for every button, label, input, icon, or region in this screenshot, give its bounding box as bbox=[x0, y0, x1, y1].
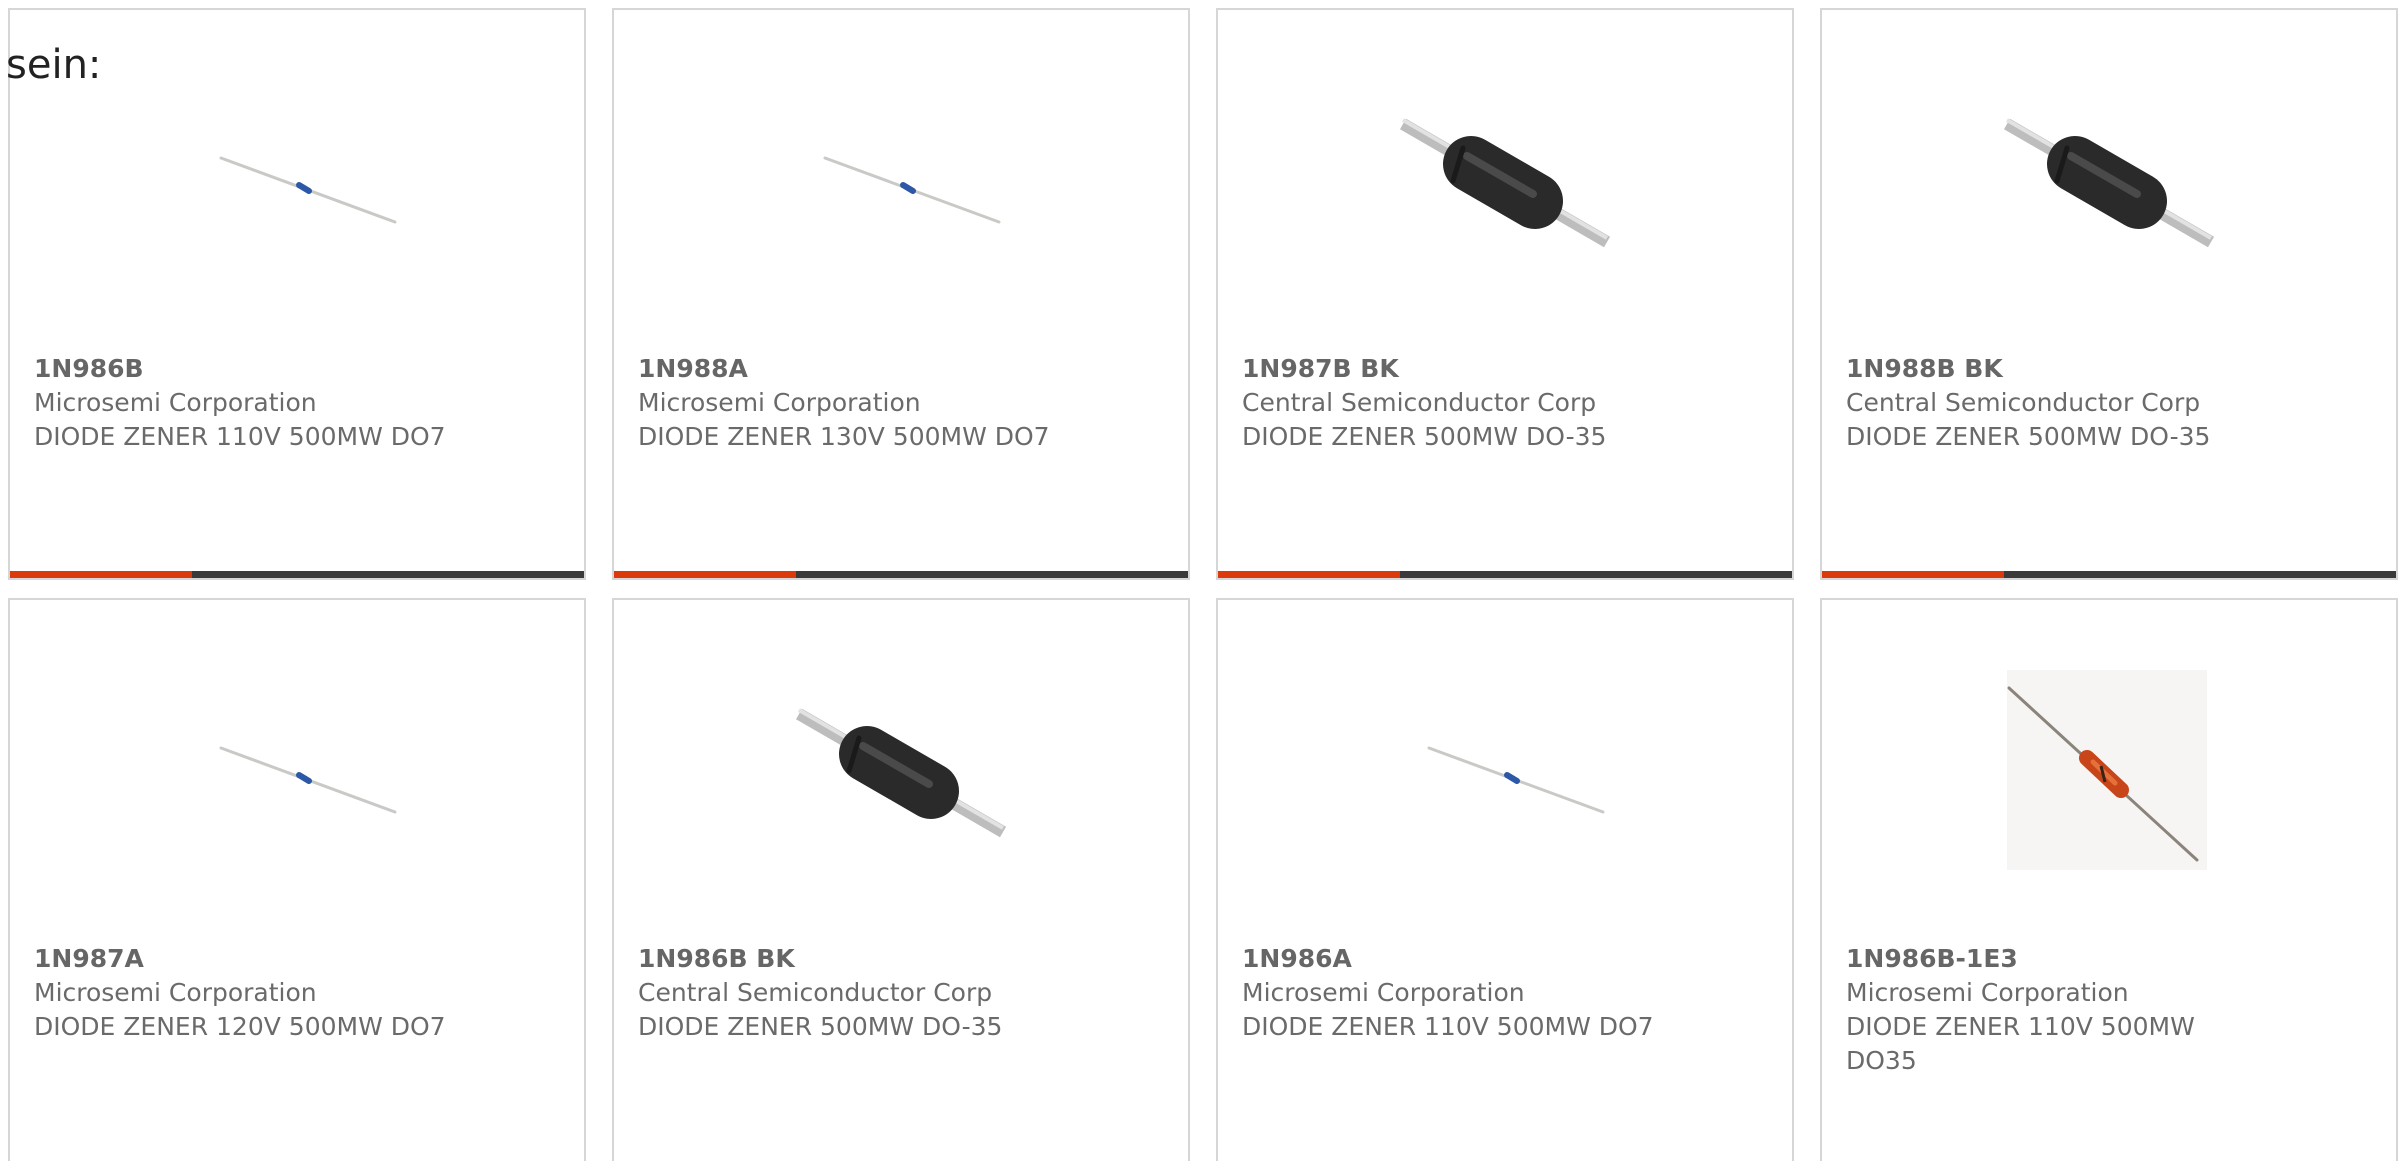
product-description: DIODE ZENER 500MW DO-35 bbox=[638, 1012, 1003, 1041]
part-number-link[interactable]: 1N986B bbox=[34, 352, 454, 386]
axial-diode-blue-band-icon[interactable] bbox=[185, 660, 405, 880]
black-cylinder-diode-icon[interactable] bbox=[1393, 70, 1613, 290]
card-progress-bar bbox=[10, 571, 584, 578]
product-description: DIODE ZENER 110V 500MW DO7 bbox=[34, 422, 446, 451]
manufacturer-name: Microsemi Corporation bbox=[1846, 978, 2129, 1007]
product-description: DIODE ZENER 500MW DO-35 bbox=[1242, 422, 1607, 451]
product-card[interactable]: 1N986B BK Central Semiconductor Corp DIO… bbox=[612, 598, 1190, 1161]
manufacturer-name: Central Semiconductor Corp bbox=[1242, 388, 1597, 417]
manufacturer-name: Central Semiconductor Corp bbox=[638, 978, 993, 1007]
part-number-link[interactable]: 1N987B BK bbox=[1242, 352, 1662, 386]
product-description: DIODE ZENER 500MW DO-35 bbox=[1846, 422, 2211, 451]
axial-diode-blue-band-icon[interactable] bbox=[1393, 660, 1613, 880]
part-number-link[interactable]: 1N986B-1E3 bbox=[1846, 942, 2266, 976]
product-card[interactable]: 1N986A Microsemi Corporation DIODE ZENER… bbox=[1216, 598, 1794, 1161]
product-description: DIODE ZENER 110V 500MW DO35 bbox=[1846, 1012, 2195, 1075]
black-cylinder-diode-icon[interactable] bbox=[789, 660, 1009, 880]
card-progress-bar bbox=[1822, 571, 2396, 578]
glass-diode-photo-icon[interactable] bbox=[1997, 660, 2217, 880]
product-card[interactable]: 1N987A Microsemi Corporation DIODE ZENER… bbox=[8, 598, 586, 1161]
product-description: DIODE ZENER 110V 500MW DO7 bbox=[1242, 1012, 1654, 1041]
manufacturer-name: Microsemi Corporation bbox=[34, 388, 317, 417]
card-progress-accent bbox=[614, 571, 796, 578]
product-card[interactable]: 1N988B BK Central Semiconductor Corp DIO… bbox=[1820, 8, 2398, 580]
product-description: DIODE ZENER 130V 500MW DO7 bbox=[638, 422, 1050, 451]
part-number-link[interactable]: 1N986B BK bbox=[638, 942, 1058, 976]
card-progress-bar bbox=[614, 571, 1188, 578]
card-progress-bar bbox=[1218, 571, 1792, 578]
card-progress-accent bbox=[1218, 571, 1400, 578]
manufacturer-name: Central Semiconductor Corp bbox=[1846, 388, 2201, 417]
part-number-link[interactable]: 1N988A bbox=[638, 352, 1058, 386]
manufacturer-name: Microsemi Corporation bbox=[34, 978, 317, 1007]
part-number-link[interactable]: 1N987A bbox=[34, 942, 454, 976]
product-description: DIODE ZENER 120V 500MW DO7 bbox=[34, 1012, 446, 1041]
intro-text: sein: bbox=[6, 42, 102, 88]
manufacturer-name: Microsemi Corporation bbox=[1242, 978, 1525, 1007]
axial-diode-blue-band-icon[interactable] bbox=[185, 70, 405, 290]
card-progress-accent bbox=[10, 571, 192, 578]
part-number-link[interactable]: 1N986A bbox=[1242, 942, 1662, 976]
card-progress-accent bbox=[1822, 571, 2004, 578]
product-card[interactable]: 1N986B-1E3 Microsemi Corporation DIODE Z… bbox=[1820, 598, 2398, 1161]
black-cylinder-diode-icon[interactable] bbox=[1997, 70, 2217, 290]
product-card[interactable]: 1N988A Microsemi Corporation DIODE ZENER… bbox=[612, 8, 1190, 580]
manufacturer-name: Microsemi Corporation bbox=[638, 388, 921, 417]
part-number-link[interactable]: 1N988B BK bbox=[1846, 352, 2266, 386]
axial-diode-blue-band-icon[interactable] bbox=[789, 70, 1009, 290]
product-card[interactable]: 1N987B BK Central Semiconductor Corp DIO… bbox=[1216, 8, 1794, 580]
